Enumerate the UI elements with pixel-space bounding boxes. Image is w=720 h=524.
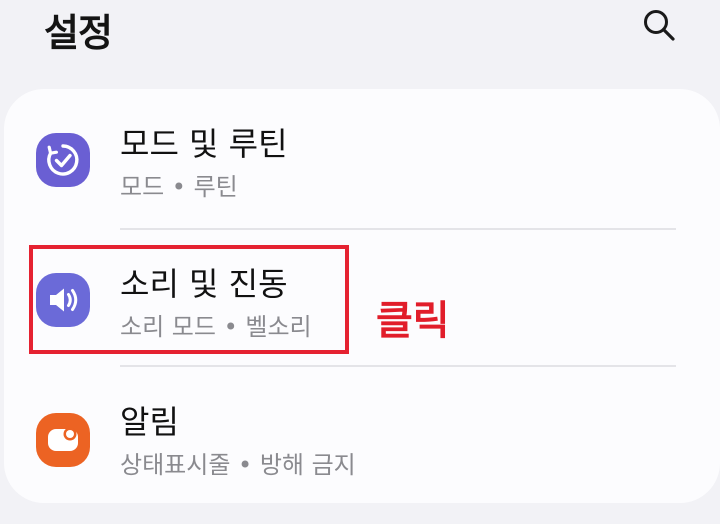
settings-item-notifications[interactable]: 알림 상태표시줄 • 방해 금지 bbox=[4, 367, 720, 503]
settings-item-subtitle: 상태표시줄 • 방해 금지 bbox=[120, 451, 356, 479]
notification-icon bbox=[36, 413, 90, 467]
page-title: 설정 bbox=[44, 11, 113, 55]
highlight-box bbox=[29, 245, 349, 354]
click-annotation-label: 클릭 bbox=[376, 298, 450, 344]
app-header: 설정 bbox=[0, 0, 720, 70]
modes-routines-icon bbox=[36, 133, 90, 187]
settings-item-title: 알림 bbox=[120, 403, 179, 441]
search-icon bbox=[644, 10, 675, 41]
settings-item-title: 모드 및 루틴 bbox=[120, 125, 288, 163]
settings-item-subtitle: 모드 • 루틴 bbox=[120, 173, 238, 201]
settings-item-modes-routines[interactable]: 모드 및 루틴 모드 • 루틴 bbox=[4, 89, 720, 225]
search-button[interactable] bbox=[636, 2, 682, 48]
